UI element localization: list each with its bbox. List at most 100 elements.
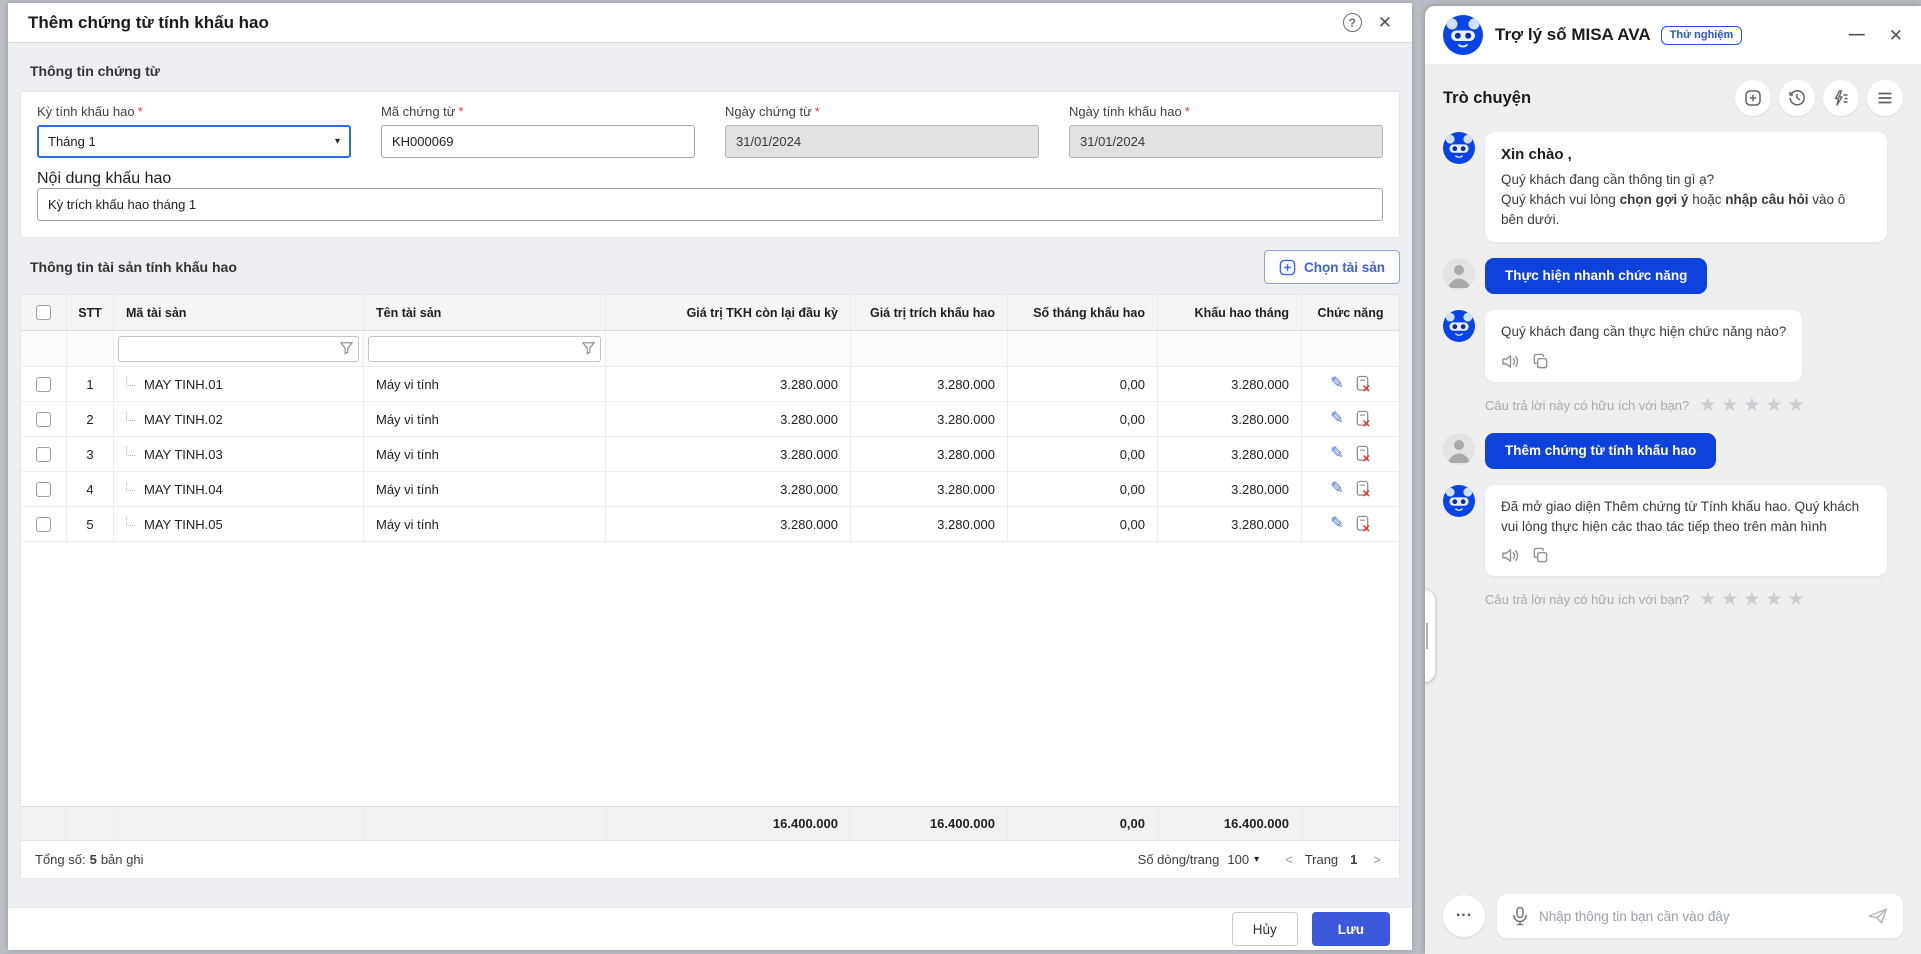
funnel-icon[interactable] — [581, 340, 596, 361]
new-chat-button[interactable] — [1735, 80, 1771, 116]
close-icon[interactable]: ✕ — [1378, 14, 1392, 31]
col-asset-code: Mã tài sản — [114, 295, 364, 330]
required-marker: * — [815, 104, 820, 119]
help-icon[interactable]: ? — [1343, 13, 1362, 32]
more-options-button[interactable]: ... — [1443, 895, 1485, 937]
row-checkbox[interactable] — [36, 377, 51, 392]
edit-row-icon[interactable]: ✎ — [1330, 376, 1343, 392]
tree-branch-icon — [126, 517, 135, 526]
edit-row-icon[interactable]: ✎ — [1330, 446, 1343, 462]
star-icon[interactable]: ★ — [1743, 396, 1760, 415]
chat-close-icon[interactable]: ✕ — [1889, 27, 1903, 44]
chat-title: Trợ lý số MISA AVA — [1495, 25, 1651, 45]
row-remaining: 3.280.000 — [606, 507, 851, 541]
edit-row-icon[interactable]: ✎ — [1330, 516, 1343, 532]
chat-input-pill — [1497, 894, 1903, 938]
row-monthly: 3.280.000 — [1158, 402, 1302, 436]
delete-row-icon[interactable] — [1354, 480, 1371, 498]
row-depreciation: 3.280.000 — [851, 507, 1008, 541]
misa-ava-logo — [1443, 15, 1483, 55]
save-button[interactable]: Lưu — [1312, 912, 1390, 946]
microphone-icon[interactable] — [1511, 906, 1529, 926]
row-remaining: 3.280.000 — [606, 367, 851, 401]
user-message-pill: Thêm chứng từ tính khấu hao — [1485, 433, 1716, 469]
bot-message: Xin chào ,Quý khách đang cần thông tin g… — [1443, 132, 1903, 242]
dialog-bottombar: Hủy Lưu — [8, 907, 1412, 950]
assets-table: STT Mã tài sản Tên tài sản Giá trị TKH c… — [20, 294, 1400, 879]
delete-row-icon[interactable] — [1354, 375, 1371, 393]
quick-actions-button[interactable] — [1823, 80, 1859, 116]
doc-code-input[interactable] — [381, 125, 695, 158]
select-all-checkbox[interactable] — [36, 305, 51, 320]
row-depreciation: 3.280.000 — [851, 367, 1008, 401]
speaker-icon[interactable] — [1501, 547, 1520, 564]
rows-per-page-select[interactable]: 100 ▾ — [1227, 852, 1259, 867]
chevron-down-icon: ▾ — [335, 136, 340, 147]
row-checkbox[interactable] — [36, 447, 51, 462]
star-icon[interactable]: ★ — [1721, 590, 1738, 609]
delete-row-icon[interactable] — [1354, 410, 1371, 428]
period-label: Kỳ tính khấu hao — [37, 104, 135, 119]
ava-avatar — [1443, 310, 1475, 342]
choose-asset-button[interactable]: Chọn tài sản — [1264, 250, 1400, 284]
next-page-button[interactable]: > — [1369, 852, 1385, 867]
star-icon[interactable]: ★ — [1699, 590, 1716, 609]
bot-message-line: Quý khách đang cần thực hiện chức năng n… — [1501, 322, 1786, 342]
row-checkbox[interactable] — [36, 517, 51, 532]
row-months: 0,00 — [1008, 507, 1158, 541]
row-depreciation: 3.280.000 — [851, 437, 1008, 471]
message-tools — [1501, 353, 1786, 370]
edit-row-icon[interactable]: ✎ — [1330, 481, 1343, 497]
star-icon[interactable]: ★ — [1787, 590, 1804, 609]
bot-message: Quý khách đang cần thực hiện chức năng n… — [1443, 310, 1903, 381]
panel-resize-handle[interactable] — [1425, 590, 1435, 682]
content-input[interactable] — [37, 188, 1383, 221]
row-remaining: 3.280.000 — [606, 437, 851, 471]
row-depreciation: 3.280.000 — [851, 402, 1008, 436]
send-icon[interactable] — [1867, 906, 1889, 926]
menu-button[interactable] — [1867, 80, 1903, 116]
prev-page-button[interactable]: < — [1281, 852, 1297, 867]
filter-asset-code-input[interactable] — [118, 336, 359, 362]
row-asset-code: MAY TINH.05 — [114, 507, 364, 541]
history-button[interactable] — [1779, 80, 1815, 116]
table-empty-area — [21, 542, 1399, 806]
bot-greeting-title: Xin chào , — [1501, 144, 1871, 167]
star-icon[interactable]: ★ — [1765, 590, 1782, 609]
row-monthly: 3.280.000 — [1158, 437, 1302, 471]
tree-branch-icon — [126, 482, 135, 491]
bot-bubble: Đã mở giao diện Thêm chứng từ Tính khấu … — [1485, 485, 1887, 577]
row-remaining: 3.280.000 — [606, 472, 851, 506]
star-icon[interactable]: ★ — [1765, 396, 1782, 415]
delete-row-icon[interactable] — [1354, 445, 1371, 463]
speaker-icon[interactable] — [1501, 353, 1520, 370]
star-icon[interactable]: ★ — [1699, 396, 1716, 415]
copy-icon[interactable] — [1532, 353, 1549, 370]
copy-icon[interactable] — [1532, 547, 1549, 564]
filter-asset-name-input[interactable] — [368, 336, 601, 362]
edit-row-icon[interactable]: ✎ — [1330, 411, 1343, 427]
delete-row-icon[interactable] — [1354, 515, 1371, 533]
message-tools — [1501, 547, 1871, 564]
funnel-icon[interactable] — [339, 340, 354, 361]
row-monthly: 3.280.000 — [1158, 472, 1302, 506]
chat-input[interactable] — [1539, 909, 1857, 924]
required-marker: * — [459, 104, 464, 119]
row-checkbox[interactable] — [36, 482, 51, 497]
required-marker: * — [1185, 104, 1190, 119]
doc-code-label: Mã chứng từ — [381, 104, 456, 119]
star-icon[interactable]: ★ — [1787, 396, 1804, 415]
row-checkbox[interactable] — [36, 412, 51, 427]
user-avatar — [1443, 433, 1475, 465]
star-icon[interactable]: ★ — [1743, 590, 1760, 609]
chat-inputbar: ... — [1425, 884, 1921, 954]
user-avatar — [1443, 258, 1475, 290]
table-total-row: 16.400.000 16.400.000 0,00 16.400.000 — [21, 806, 1399, 840]
cancel-button[interactable]: Hủy — [1232, 912, 1298, 946]
star-icon[interactable]: ★ — [1721, 396, 1738, 415]
period-select[interactable]: Tháng 1 ▾ — [37, 125, 351, 158]
choose-asset-label: Chọn tài sản — [1304, 260, 1385, 275]
row-asset-name: Máy vi tính — [364, 472, 606, 506]
minimize-icon[interactable]: — — [1849, 27, 1865, 43]
table-row: 3MAY TINH.03Máy vi tính3.280.0003.280.00… — [21, 437, 1399, 472]
